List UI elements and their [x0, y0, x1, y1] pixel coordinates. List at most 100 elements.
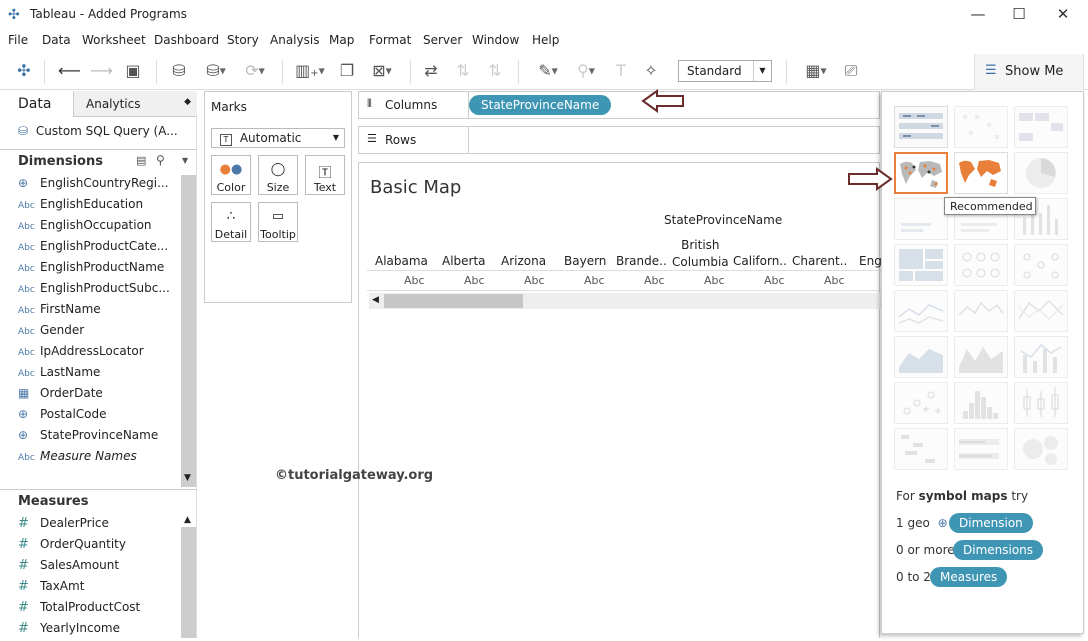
text-button[interactable]: 🅃 Text: [305, 155, 345, 195]
text-table-thumb[interactable]: [894, 106, 948, 148]
show-me-tab[interactable]: ☰ Show Me: [974, 54, 1084, 90]
scrollbar-thumb[interactable]: [384, 294, 523, 308]
symbol-map-thumb[interactable]: [894, 152, 948, 194]
column-header-charente[interactable]: Charent..: [792, 254, 847, 268]
dual-lines-thumb[interactable]: [1014, 290, 1068, 332]
tooltip-button[interactable]: ▭ Tooltip: [258, 202, 298, 242]
refresh-icon[interactable]: ⟳▼: [238, 61, 272, 81]
discrete-lines-thumb[interactable]: [954, 290, 1008, 332]
pie-chart-thumb[interactable]: [1014, 152, 1068, 194]
new-worksheet-icon[interactable]: ▥+▼: [292, 61, 328, 81]
column-header-england[interactable]: Eng: [859, 254, 882, 268]
view-toggle-icon[interactable]: ▤: [136, 154, 146, 167]
save-icon[interactable]: ▣: [122, 61, 144, 81]
dual-combination-thumb[interactable]: [1014, 336, 1068, 378]
pin-icon[interactable]: ✧: [640, 61, 662, 81]
menu-server[interactable]: Server: [423, 33, 462, 47]
maximize-button[interactable]: ☐: [1004, 4, 1034, 26]
size-button[interactable]: ◯ Size: [258, 155, 298, 195]
field-yearlyincome[interactable]: # YearlyIncome: [18, 621, 178, 641]
field-salesamount[interactable]: # SalesAmount: [18, 558, 178, 578]
scatter-plot-thumb[interactable]: [894, 382, 948, 424]
menu-format[interactable]: Format: [369, 33, 411, 47]
side-by-side-circles-thumb[interactable]: [1014, 244, 1068, 286]
columns-shelf[interactable]: ⦀ Columns StateProvinceName: [358, 91, 880, 119]
field-stateprovincename[interactable]: ⊕ StateProvinceName: [18, 428, 178, 448]
box-whisker-thumb[interactable]: [1014, 382, 1068, 424]
detail-button[interactable]: ∴ Detail: [211, 202, 251, 242]
presentation-mode-icon[interactable]: ⎚: [840, 61, 862, 81]
field-englishcountryregion[interactable]: ⊕ EnglishCountryRegi...: [18, 176, 178, 196]
clear-sheet-icon[interactable]: ⊠▼: [364, 61, 400, 81]
chevron-down-icon[interactable]: ▼: [182, 156, 188, 165]
datasource-item[interactable]: ⛁ Custom SQL Query (A...: [18, 124, 178, 138]
menu-analysis[interactable]: Analysis: [270, 33, 319, 47]
mark-type-select[interactable]: T Automatic ▼: [211, 128, 345, 148]
menu-worksheet[interactable]: Worksheet: [82, 33, 146, 47]
chevron-up-icon[interactable]: ▲: [184, 515, 191, 525]
menu-file[interactable]: File: [8, 33, 28, 47]
show-labels-icon[interactable]: T: [610, 61, 632, 81]
area-continuous-thumb[interactable]: [894, 336, 948, 378]
field-orderdate[interactable]: ▦ OrderDate: [18, 386, 178, 406]
sort-descending-icon[interactable]: ⇅: [484, 61, 506, 81]
field-dealerprice[interactable]: # DealerPrice: [18, 516, 178, 536]
column-header-brandenburg[interactable]: Brande..: [616, 254, 667, 268]
histogram-thumb[interactable]: [954, 382, 1008, 424]
measures-scrollbar[interactable]: [181, 527, 196, 638]
field-gender[interactable]: Abc Gender: [18, 323, 178, 343]
highlight-icon[interactable]: ✎▼: [530, 61, 566, 81]
group-members-icon[interactable]: ⚲▼: [568, 61, 604, 81]
rows-shelf[interactable]: ☰ Rows: [358, 126, 880, 154]
field-englishoccupation[interactable]: Abc EnglishOccupation: [18, 218, 178, 238]
menu-help[interactable]: Help: [532, 33, 559, 47]
gantt-chart-thumb[interactable]: [894, 428, 948, 470]
minimize-button[interactable]: —: [963, 4, 993, 26]
duplicate-sheet-icon[interactable]: ❐: [336, 61, 358, 81]
forward-arrow-icon[interactable]: ⟶: [90, 61, 113, 81]
swap-rows-columns-icon[interactable]: ⇄: [420, 61, 442, 81]
tableau-home-icon[interactable]: ✣: [14, 61, 34, 81]
search-icon[interactable]: ⚲: [156, 153, 165, 167]
menu-story[interactable]: Story: [227, 33, 259, 47]
field-postalcode[interactable]: ⊕ PostalCode: [18, 407, 178, 427]
back-arrow-icon[interactable]: ⟵: [58, 61, 81, 81]
continuous-lines-thumb[interactable]: [894, 290, 948, 332]
column-header-alberta[interactable]: Alberta: [442, 254, 486, 268]
circle-views-thumb[interactable]: [954, 244, 1008, 286]
stateprovincename-pill[interactable]: StateProvinceName: [469, 95, 612, 115]
column-header-arizona[interactable]: Arizona: [501, 254, 546, 268]
menu-window[interactable]: Window: [472, 33, 519, 47]
field-lastname[interactable]: Abc LastName: [18, 365, 178, 385]
field-firstname[interactable]: Abc FirstName: [18, 302, 178, 322]
dimensions-scrollbar[interactable]: [181, 175, 196, 487]
heat-map-thumb[interactable]: [954, 106, 1008, 148]
column-header-british-columbia[interactable]: British Columbia: [672, 237, 729, 271]
horizontal-bars-thumb[interactable]: [894, 198, 948, 240]
close-button[interactable]: ✕: [1048, 4, 1078, 26]
menu-dashboard[interactable]: Dashboard: [154, 33, 219, 47]
show-cards-icon[interactable]: ▦▼: [798, 61, 834, 81]
packed-bubbles-thumb[interactable]: [1014, 428, 1068, 470]
fit-select[interactable]: Standard ▼: [678, 60, 772, 82]
highlight-table-thumb[interactable]: [1014, 106, 1068, 148]
new-datasource-icon[interactable]: ⛁: [168, 61, 190, 81]
field-ipaddresslocator[interactable]: Abc IpAddressLocator: [18, 344, 178, 364]
field-taxamt[interactable]: # TaxAmt: [18, 579, 178, 599]
field-englishproductsubcategory[interactable]: Abc EnglishProductSubc...: [18, 281, 178, 301]
field-orderquantity[interactable]: # OrderQuantity: [18, 537, 178, 557]
chevron-left-icon[interactable]: ◀: [372, 295, 379, 305]
column-header-alabama[interactable]: Alabama: [375, 254, 428, 268]
filled-map-thumb[interactable]: [954, 152, 1008, 194]
menu-data[interactable]: Data: [42, 33, 71, 47]
chevron-down-icon[interactable]: ▼: [184, 473, 191, 483]
tab-analytics[interactable]: Analytics ◆: [74, 91, 197, 116]
field-englishproductcategory[interactable]: Abc EnglishProductCate...: [18, 239, 178, 259]
sort-ascending-icon[interactable]: ⇅: [452, 61, 474, 81]
bullet-graph-thumb[interactable]: [954, 428, 1008, 470]
horizontal-scrollbar[interactable]: ◀: [369, 293, 881, 309]
column-header-california[interactable]: Californ..: [733, 254, 787, 268]
pause-updates-icon[interactable]: ⛁▼: [198, 61, 234, 81]
field-englishproductname[interactable]: Abc EnglishProductName: [18, 260, 178, 280]
field-measure-names[interactable]: Abc Measure Names: [18, 449, 178, 469]
